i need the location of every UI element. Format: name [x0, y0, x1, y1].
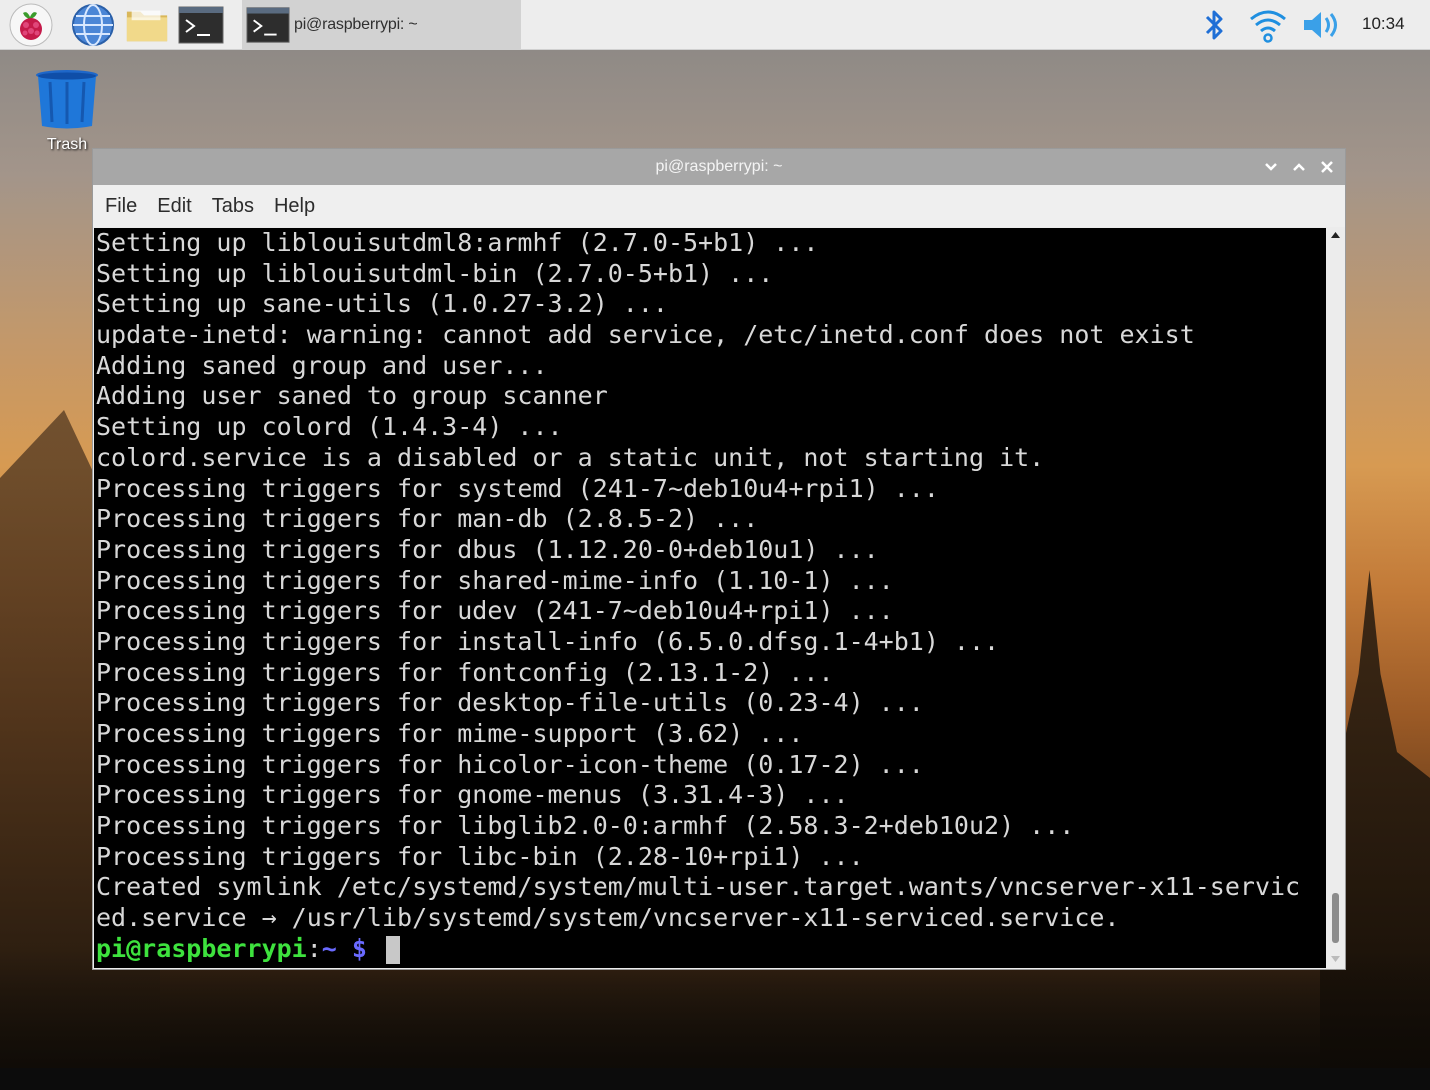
- terminal-line: Processing triggers for fontconfig (2.13…: [96, 657, 834, 687]
- raspberry-menu-button[interactable]: [8, 3, 54, 47]
- scroll-up-arrow-icon[interactable]: [1330, 231, 1341, 239]
- trash-icon: [36, 70, 98, 129]
- terminal-line: colord.service is a disabled or a static…: [96, 442, 1045, 472]
- taskbar: pi@raspberrypi: ~ 10:34: [0, 0, 1430, 50]
- terminal-scrollbar[interactable]: [1327, 228, 1344, 968]
- prompt-separator: :: [306, 933, 322, 963]
- volume-icon: [1304, 12, 1337, 38]
- wifi-icon: [1250, 10, 1286, 43]
- globe-icon: [72, 4, 114, 46]
- minimize-button[interactable]: [1261, 157, 1281, 177]
- bluetooth-button[interactable]: [1200, 5, 1228, 45]
- terminal-line: Processing triggers for mime-support (3.…: [96, 719, 804, 748]
- text-cursor: [386, 935, 400, 964]
- terminal-prompt-line[interactable]: pi@raspberrypi:~ $: [96, 934, 1326, 965]
- terminal-line: Processing triggers for libc-bin (2.28-1…: [96, 841, 864, 871]
- close-icon: [1321, 161, 1333, 173]
- terminal-line: Adding saned group and user...: [96, 350, 548, 380]
- terminal-line: Processing triggers for shared-mime-info…: [96, 565, 894, 595]
- prompt-user-host: pi@raspberrypi: [96, 933, 307, 963]
- raspberry-icon: [9, 3, 53, 47]
- terminal-line: Processing triggers for udev (241-7~deb1…: [96, 596, 894, 626]
- terminal-line: Processing triggers for libglib2.0-0:arm…: [96, 811, 1075, 841]
- terminal-line: ed.service → /usr/lib/systemd/system/vnc…: [96, 903, 1120, 933]
- scrollbar-thumb[interactable]: [1332, 893, 1339, 943]
- window-title: pi@raspberrypi: ~: [655, 158, 783, 175]
- menu-help[interactable]: Help: [274, 193, 315, 220]
- terminal-line: update-inetd: warning: cannot add servic…: [96, 320, 1195, 350]
- taskbar-window-label: pi@raspberrypi: ~: [294, 16, 418, 33]
- file-manager-button[interactable]: [124, 3, 170, 47]
- terminal-line: Processing triggers for desktop-file-uti…: [96, 688, 924, 718]
- scroll-down-arrow-icon[interactable]: [1330, 955, 1341, 963]
- terminal-window: pi@raspberrypi: ~ File Edit Tabs Help Se…: [92, 148, 1346, 970]
- taskbar-window-button[interactable]: pi@raspberrypi: ~: [242, 0, 521, 50]
- web-browser-button[interactable]: [70, 3, 116, 47]
- folder-icon: [126, 10, 168, 42]
- terminal-line: Setting up liblouisutdml-bin (2.7.0-5+b1…: [96, 258, 774, 288]
- terminal-line: Processing triggers for gnome-menus (3.3…: [96, 780, 849, 810]
- volume-button[interactable]: [1300, 5, 1344, 45]
- chevron-down-icon: [1265, 163, 1277, 171]
- menu-edit[interactable]: Edit: [157, 193, 191, 220]
- terminal-output[interactable]: Setting up liblouisutdml8:armhf (2.7.0-5…: [94, 228, 1326, 968]
- terminal-icon: [246, 7, 290, 43]
- terminal-line: Processing triggers for hicolor-icon-the…: [96, 749, 924, 779]
- terminal-line: Setting up sane-utils (1.0.27-3.2) ...: [96, 289, 668, 319]
- screen-bottom-edge: [0, 1068, 1430, 1090]
- terminal-line: Processing triggers for systemd (241-7~d…: [96, 473, 939, 503]
- terminal-line: Created symlink /etc/systemd/system/mult…: [96, 872, 1301, 902]
- prompt-path: ~ $: [321, 933, 382, 963]
- terminal-line: Adding user saned to group scanner: [96, 381, 608, 411]
- terminal-line: Setting up liblouisutdml8:armhf (2.7.0-5…: [96, 228, 819, 257]
- menu-tabs[interactable]: Tabs: [212, 193, 254, 220]
- menu-bar: File Edit Tabs Help: [93, 185, 1345, 227]
- trash-desktop-icon[interactable]: Trash: [30, 68, 104, 160]
- menu-file[interactable]: File: [105, 193, 137, 220]
- window-titlebar[interactable]: pi@raspberrypi: ~: [93, 149, 1345, 185]
- terminal-line: Processing triggers for dbus (1.12.20-0+…: [96, 534, 879, 564]
- chevron-up-icon: [1293, 163, 1305, 171]
- terminal-icon: [178, 6, 224, 44]
- terminal-line: Processing triggers for install-info (6.…: [96, 626, 1000, 656]
- wifi-button[interactable]: [1247, 5, 1289, 45]
- terminal-line: Setting up colord (1.4.3-4) ...: [96, 412, 563, 442]
- clock[interactable]: 10:34: [1362, 14, 1405, 34]
- bluetooth-icon: [1205, 10, 1223, 40]
- close-button[interactable]: [1317, 157, 1337, 177]
- terminal-launcher-button[interactable]: [178, 3, 224, 47]
- maximize-button[interactable]: [1289, 157, 1309, 177]
- terminal-line: Processing triggers for man-db (2.8.5-2)…: [96, 504, 759, 534]
